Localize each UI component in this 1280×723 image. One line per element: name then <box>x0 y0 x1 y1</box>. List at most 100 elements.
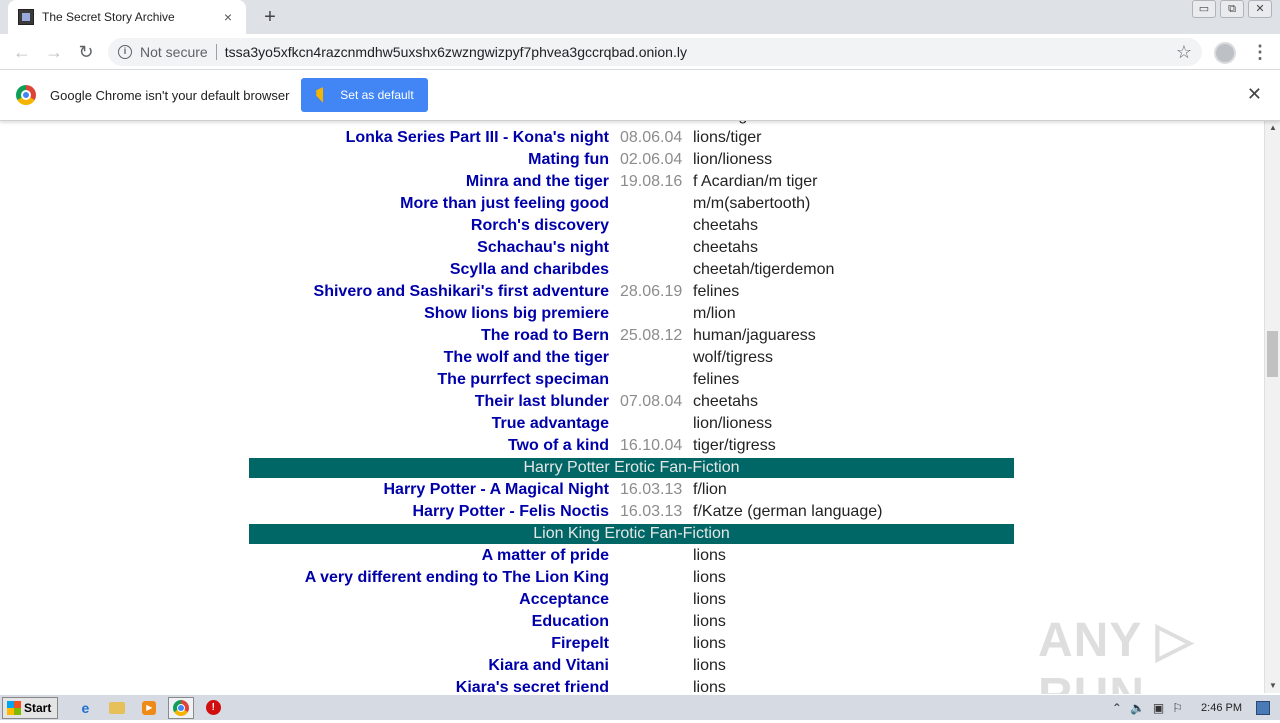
story-species: human/jaguaress <box>693 327 816 344</box>
story-title-link[interactable]: More than just feeling good <box>400 193 609 215</box>
story-row: Their last blunder 07.08.04 cheetahs <box>249 391 1014 413</box>
show-desktop-icon[interactable] <box>1256 701 1270 715</box>
story-row: Harry Potter - Felis Noctis 16.03.13 f/Kat… <box>249 501 1014 523</box>
story-title-link[interactable]: Minra and the tiger <box>466 171 609 193</box>
stop-app-icon[interactable]: ! <box>200 697 226 719</box>
story-title-link[interactable]: Their last blunder <box>475 391 609 413</box>
action-center-flag-icon[interactable]: ⚐ <box>1172 701 1183 715</box>
story-row: Acceptance lions <box>249 589 1014 611</box>
tab-close-icon[interactable]: × <box>220 9 236 25</box>
story-species: felines <box>693 283 740 300</box>
story-species: lions <box>693 569 726 586</box>
story-title-link[interactable]: Schachau's night <box>477 237 609 259</box>
site-favicon-icon <box>18 9 34 25</box>
browser-toolbar: ← → ↻ i Not secure tssa3yo5xfkcn4razcnmd… <box>0 34 1280 70</box>
bookmark-star-icon[interactable]: ☆ <box>1176 42 1192 63</box>
infobar-close-icon[interactable]: ✕ <box>1247 84 1262 105</box>
story-title-link[interactable]: The road to Bern <box>481 325 609 347</box>
internet-explorer-icon[interactable]: e <box>72 697 98 719</box>
media-glyph: ▶ <box>142 700 157 715</box>
start-label: Start <box>24 700 52 715</box>
story-title-link[interactable]: Lonka Series Part III - Kona's night <box>346 127 609 149</box>
new-tab-button[interactable]: + <box>258 5 282 29</box>
url-text[interactable]: tssa3yo5xfkcn4razcnmdhw5uxshx6zwzngwizpy… <box>225 44 1176 60</box>
stop-glyph: ! <box>205 700 221 715</box>
vertical-scrollbar[interactable]: ▲ ▼ <box>1264 121 1280 693</box>
story-row: Kiara and Vitani lions <box>249 655 1014 677</box>
story-title-link[interactable]: Scylla and charibdes <box>450 259 609 281</box>
story-title-link[interactable]: Mating fun <box>528 149 609 171</box>
tray-expand-icon[interactable]: ⌃ <box>1112 701 1122 715</box>
network-icon[interactable]: ▣ <box>1153 701 1164 715</box>
story-title-link[interactable]: Acceptance <box>519 589 609 611</box>
info-icon[interactable]: i <box>118 45 132 59</box>
windows-taskbar: Start e ▶ ! ⌃ 🔈 ▣ ⚐ 2:46 PM <box>0 694 1280 720</box>
story-date: 25.08.12 <box>620 327 683 344</box>
scrollbar-thumb[interactable] <box>1267 331 1278 377</box>
media-player-icon[interactable]: ▶ <box>136 697 162 719</box>
chrome-taskbar-icon[interactable] <box>168 696 195 719</box>
page-viewport: Lonka Series Part II - A father's bond08… <box>0 121 1264 693</box>
story-species: m/m(sabertooth) <box>693 195 811 212</box>
tab-strip: The Secret Story Archive × + ▭ ⧉ ✕ <box>0 0 1280 34</box>
story-title-link[interactable]: Shivero and Sashikari's first adventure <box>314 281 609 303</box>
windows-logo-icon <box>7 700 21 715</box>
story-date: 02.06.04 <box>620 151 683 168</box>
story-row: Firepelt lions <box>249 633 1014 655</box>
story-species: m/lion <box>693 305 736 322</box>
story-species: cheetahs <box>693 217 758 234</box>
story-date: 16.03.13 <box>620 503 683 520</box>
story-title-link[interactable]: Harry Potter - Felis Noctis <box>413 501 610 523</box>
taskbar-clock[interactable]: 2:46 PM <box>1201 702 1242 714</box>
story-date: 19.08.16 <box>620 173 683 190</box>
security-label[interactable]: Not secure <box>140 44 208 60</box>
profile-avatar-icon[interactable] <box>1214 42 1236 64</box>
minimize-button[interactable]: ▭ <box>1192 0 1216 18</box>
scroll-up-arrow-icon[interactable]: ▲ <box>1265 121 1280 135</box>
story-row: Lonka Series Part III - Kona's night 08.0… <box>249 127 1014 149</box>
story-row: Education lions <box>249 611 1014 633</box>
story-row: A matter of pride lions <box>249 545 1014 567</box>
story-row: A very different ending to The Lion King… <box>249 567 1014 589</box>
story-title-link[interactable]: Kiara and Vitani <box>488 655 609 677</box>
restore-button[interactable]: ⧉ <box>1220 0 1244 18</box>
close-window-button[interactable]: ✕ <box>1248 0 1272 18</box>
story-species: lions/tiger <box>693 129 762 146</box>
tab-title: The Secret Story Archive <box>42 10 175 24</box>
story-title-link[interactable]: The purrfect speciman <box>437 369 609 391</box>
story-species: lion/lioness <box>693 415 773 432</box>
reload-icon[interactable]: ↻ <box>70 36 102 68</box>
story-title-link[interactable]: Rorch's discovery <box>471 215 609 237</box>
volume-icon[interactable]: 🔈 <box>1130 701 1145 715</box>
menu-icon[interactable]: ⋮ <box>1250 40 1270 64</box>
story-species: lion/lioness <box>693 151 773 168</box>
infobar-message: Google Chrome isn't your default browser <box>50 87 290 103</box>
story-species: lions <box>693 635 726 652</box>
story-title-link[interactable]: Firepelt <box>551 633 609 655</box>
story-species: cheetahs <box>693 239 758 256</box>
story-row: Show lions big premiere m/lion <box>249 303 1014 325</box>
window-controls: ▭ ⧉ ✕ <box>1192 0 1272 18</box>
back-icon[interactable]: ← <box>6 36 38 68</box>
story-title-link[interactable]: Kiara's secret friend <box>456 677 609 693</box>
story-title-link[interactable]: Harry Potter - A Magical Night <box>383 479 609 501</box>
story-title-link[interactable]: The wolf and the tiger <box>444 347 609 369</box>
story-title-link[interactable]: True advantage <box>492 413 609 435</box>
address-bar[interactable]: i Not secure tssa3yo5xfkcn4razcnmdhw5uxs… <box>108 38 1202 66</box>
set-as-default-button[interactable]: Set as default <box>301 78 429 112</box>
category-header: Harry Potter Erotic Fan-Fiction <box>249 458 1014 478</box>
start-button[interactable]: Start <box>2 696 59 719</box>
story-title-link[interactable]: Show lions big premiere <box>424 303 609 325</box>
browser-tab[interactable]: The Secret Story Archive × <box>8 0 246 34</box>
story-species: cheetahs <box>693 393 758 410</box>
story-species: lions <box>693 547 726 564</box>
story-title-link[interactable]: A very different ending to The Lion King <box>305 567 609 589</box>
story-row: Scylla and charibdes cheetah/tigerdemon <box>249 259 1014 281</box>
forward-icon[interactable]: → <box>38 36 70 68</box>
story-title-link[interactable]: Education <box>532 611 609 633</box>
story-title-link[interactable]: Two of a kind <box>508 435 609 457</box>
story-row: Rorch's discovery cheetahs <box>249 215 1014 237</box>
story-row: The wolf and the tiger wolf/tigress <box>249 347 1014 369</box>
story-title-link[interactable]: A matter of pride <box>482 545 609 567</box>
file-explorer-icon[interactable] <box>104 697 130 719</box>
